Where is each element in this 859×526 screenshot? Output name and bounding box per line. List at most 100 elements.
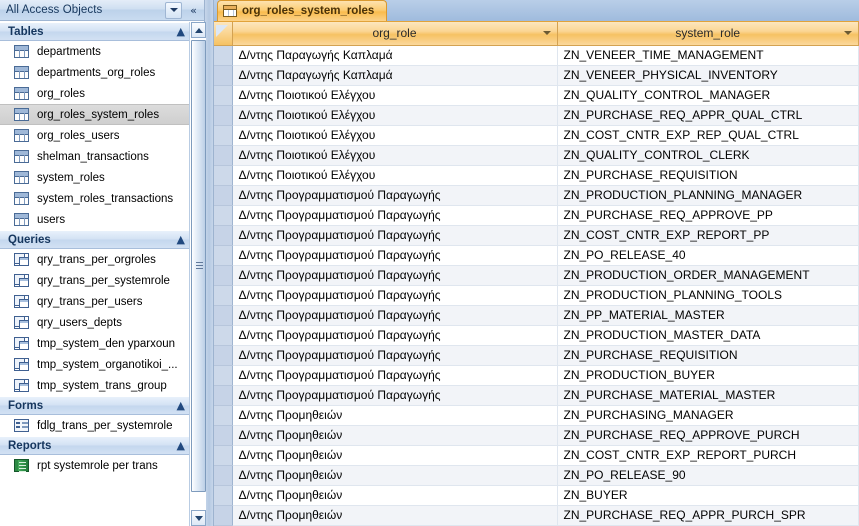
cell-org-role[interactable]: Δ/ντης Προμηθειών <box>232 405 558 426</box>
table-row[interactable]: Δ/ντης Προμηθειών ZN_PURCHASING_MANAGER <box>214 405 859 426</box>
cell-system-role[interactable]: ZN_COST_CNTR_EXP_REPORT_PURCH <box>557 445 859 466</box>
table-row[interactable]: Δ/ντης Προγραμματισμού Παραγωγής ZN_PO_RE… <box>214 245 859 266</box>
table-row[interactable]: Δ/ντης Ποιοτικού Ελέγχου ZN_QUALITY_CONTR… <box>214 85 859 106</box>
record-selector[interactable] <box>214 65 233 86</box>
record-selector[interactable] <box>214 285 233 306</box>
cell-org-role[interactable]: Δ/ντης Προγραμματισμού Παραγωγής <box>232 205 558 226</box>
cell-system-role[interactable]: ZN_PP_MATERIAL_MASTER <box>557 305 859 326</box>
record-selector[interactable] <box>214 205 233 226</box>
cell-org-role[interactable]: Δ/ντης Προγραμματισμού Παραγωγής <box>232 185 558 206</box>
cell-org-role[interactable]: Δ/ντης Προγραμματισμού Παραγωγής <box>232 225 558 246</box>
nav-item-fdlg_trans_per_systemrole[interactable]: fdlg_trans_per_systemrole <box>0 415 189 436</box>
record-selector[interactable] <box>214 445 233 466</box>
chevron-up-icon[interactable]: ▲ <box>177 26 185 37</box>
cell-system-role[interactable]: ZN_VENEER_TIME_MANAGEMENT <box>557 45 859 66</box>
cell-org-role[interactable]: Δ/ντης Προγραμματισμού Παραγωγής <box>232 305 558 326</box>
cell-org-role[interactable]: Δ/ντης Προμηθειών <box>232 445 558 466</box>
nav-item-qry_users_depts[interactable]: qry_users_depts <box>0 312 189 333</box>
nav-group-header-tables[interactable]: Tables ▲ <box>0 22 189 41</box>
table-row[interactable]: Δ/ντης Παραγωγής Καπλαμά ZN_VENEER_TIME_M… <box>214 45 859 66</box>
nav-item-departments[interactable]: departments <box>0 41 189 62</box>
record-selector[interactable] <box>214 505 233 526</box>
record-selector[interactable] <box>214 425 233 446</box>
cell-org-role[interactable]: Δ/ντης Προμηθειών <box>232 485 558 506</box>
cell-system-role[interactable]: ZN_PURCHASE_MATERIAL_MASTER <box>557 385 859 406</box>
cell-org-role[interactable]: Δ/ντης Παραγωγής Καπλαμά <box>232 45 558 66</box>
cell-system-role[interactable]: ZN_COST_CNTR_EXP_REPORT_PP <box>557 225 859 246</box>
table-row[interactable]: Δ/ντης Προγραμματισμού Παραγωγής ZN_PRODU… <box>214 285 859 306</box>
cell-org-role[interactable]: Δ/ντης Προμηθειών <box>232 425 558 446</box>
record-selector[interactable] <box>214 405 233 426</box>
cell-org-role[interactable]: Δ/ντης Ποιοτικού Ελέγχου <box>232 165 558 186</box>
nav-item-rpt-systemrole-per-trans[interactable]: rpt systemrole per trans <box>0 455 189 476</box>
cell-org-role[interactable]: Δ/ντης Προγραμματισμού Παραγωγής <box>232 285 558 306</box>
chevron-up-icon[interactable]: ▲ <box>177 400 185 411</box>
record-selector[interactable] <box>214 45 233 66</box>
record-selector[interactable] <box>214 225 233 246</box>
cell-system-role[interactable]: ZN_PRODUCTION_PLANNING_MANAGER <box>557 185 859 206</box>
record-selector[interactable] <box>214 325 233 346</box>
nav-group-header-reports[interactable]: Reports ▲ <box>0 436 189 455</box>
column-header-org-role[interactable]: org_role <box>232 22 558 46</box>
record-selector[interactable] <box>214 185 233 206</box>
chevron-down-icon[interactable] <box>542 31 551 36</box>
cell-system-role[interactable]: ZN_PURCHASE_REQ_APPROVE_PURCH <box>557 425 859 446</box>
cell-org-role[interactable]: Δ/ντης Ποιοτικού Ελέγχου <box>232 125 558 146</box>
nav-item-org_roles[interactable]: org_roles <box>0 83 189 104</box>
cell-system-role[interactable]: ZN_PRODUCTION_MASTER_DATA <box>557 325 859 346</box>
cell-system-role[interactable]: ZN_PURCHASE_REQUISITION <box>557 165 859 186</box>
cell-org-role[interactable]: Δ/ντης Προγραμματισμού Παραγωγής <box>232 265 558 286</box>
record-selector[interactable] <box>214 465 233 486</box>
cell-org-role[interactable]: Δ/ντης Ποιοτικού Ελέγχου <box>232 85 558 106</box>
cell-system-role[interactable]: ZN_QUALITY_CONTROL_CLERK <box>557 145 859 166</box>
record-selector[interactable] <box>214 165 233 186</box>
cell-system-role[interactable]: ZN_BUYER <box>557 485 859 506</box>
nav-item-tmp_system_den-yparxoun[interactable]: tmp_system_den yparxoun <box>0 333 189 354</box>
table-row[interactable]: Δ/ντης Προμηθειών ZN_COST_CNTR_EXP_REPORT… <box>214 445 859 466</box>
cell-system-role[interactable]: ZN_PURCHASE_REQ_APPR_QUAL_CTRL <box>557 105 859 126</box>
cell-system-role[interactable]: ZN_PURCHASING_MANAGER <box>557 405 859 426</box>
record-selector[interactable] <box>214 245 233 266</box>
scroll-up-button[interactable] <box>191 22 206 38</box>
nav-item-system_roles[interactable]: system_roles <box>0 167 189 188</box>
nav-item-qry_trans_per_users[interactable]: qry_trans_per_users <box>0 291 189 312</box>
nav-item-org_roles_users[interactable]: org_roles_users <box>0 125 189 146</box>
table-row[interactable]: Δ/ντης Ποιοτικού Ελέγχου ZN_COST_CNTR_EXP… <box>214 125 859 146</box>
nav-group-header-forms[interactable]: Forms ▲ <box>0 396 189 415</box>
double-chevron-left-icon[interactable]: « <box>185 2 202 19</box>
nav-item-departments_org_roles[interactable]: departments_org_roles <box>0 62 189 83</box>
record-selector[interactable] <box>214 305 233 326</box>
record-selector[interactable] <box>214 365 233 386</box>
navigation-pane-scrollbar[interactable] <box>190 22 206 526</box>
table-row[interactable]: Δ/ντης Προγραμματισμού Παραγωγής ZN_PRODU… <box>214 265 859 286</box>
record-selector[interactable] <box>214 485 233 506</box>
cell-org-role[interactable]: Δ/ντης Προγραμματισμού Παραγωγής <box>232 345 558 366</box>
nav-item-tmp_system_trans_group[interactable]: tmp_system_trans_group <box>0 375 189 396</box>
cell-org-role[interactable]: Δ/ντης Ποιοτικού Ελέγχου <box>232 145 558 166</box>
cell-system-role[interactable]: ZN_COST_CNTR_EXP_REP_QUAL_CTRL <box>557 125 859 146</box>
scroll-down-button[interactable] <box>191 510 206 526</box>
scrollbar-thumb[interactable] <box>191 40 206 492</box>
table-row[interactable]: Δ/ντης Προμηθειών ZN_PURCHASE_REQ_APPROVE… <box>214 425 859 446</box>
cell-org-role[interactable]: Δ/ντης Προμηθειών <box>232 465 558 486</box>
cell-org-role[interactable]: Δ/ντης Προγραμματισμού Παραγωγής <box>232 325 558 346</box>
table-row[interactable]: Δ/ντης Ποιοτικού Ελέγχου ZN_QUALITY_CONTR… <box>214 145 859 166</box>
record-selector[interactable] <box>214 85 233 106</box>
tab-org-roles-system-roles[interactable]: org_roles_system_roles <box>217 0 388 21</box>
cell-system-role[interactable]: ZN_VENEER_PHYSICAL_INVENTORY <box>557 65 859 86</box>
nav-item-system_roles_transactions[interactable]: system_roles_transactions <box>0 188 189 209</box>
table-row[interactable]: Δ/ντης Προγραμματισμού Παραγωγής ZN_PRODU… <box>214 185 859 206</box>
cell-org-role[interactable]: Δ/ντης Προγραμματισμού Παραγωγής <box>232 385 558 406</box>
nav-item-qry_trans_per_systemrole[interactable]: qry_trans_per_systemrole <box>0 270 189 291</box>
table-row[interactable]: Δ/ντης Προμηθειών ZN_BUYER <box>214 485 859 506</box>
cell-org-role[interactable]: Δ/ντης Παραγωγής Καπλαμά <box>232 65 558 86</box>
pane-splitter[interactable] <box>205 0 214 526</box>
table-row[interactable]: Δ/ντης Προμηθειών ZN_PURCHASE_REQ_APPR_PU… <box>214 505 859 526</box>
chevron-down-icon[interactable] <box>844 31 852 36</box>
record-selector[interactable] <box>214 345 233 366</box>
chevron-down-icon[interactable] <box>165 1 182 19</box>
cell-org-role[interactable]: Δ/ντης Προγραμματισμού Παραγωγής <box>232 245 558 266</box>
chevron-up-icon[interactable]: ▲ <box>177 440 185 451</box>
table-row[interactable]: Δ/ντης Προγραμματισμού Παραγωγής ZN_PURCH… <box>214 205 859 226</box>
cell-system-role[interactable]: ZN_QUALITY_CONTROL_MANAGER <box>557 85 859 106</box>
